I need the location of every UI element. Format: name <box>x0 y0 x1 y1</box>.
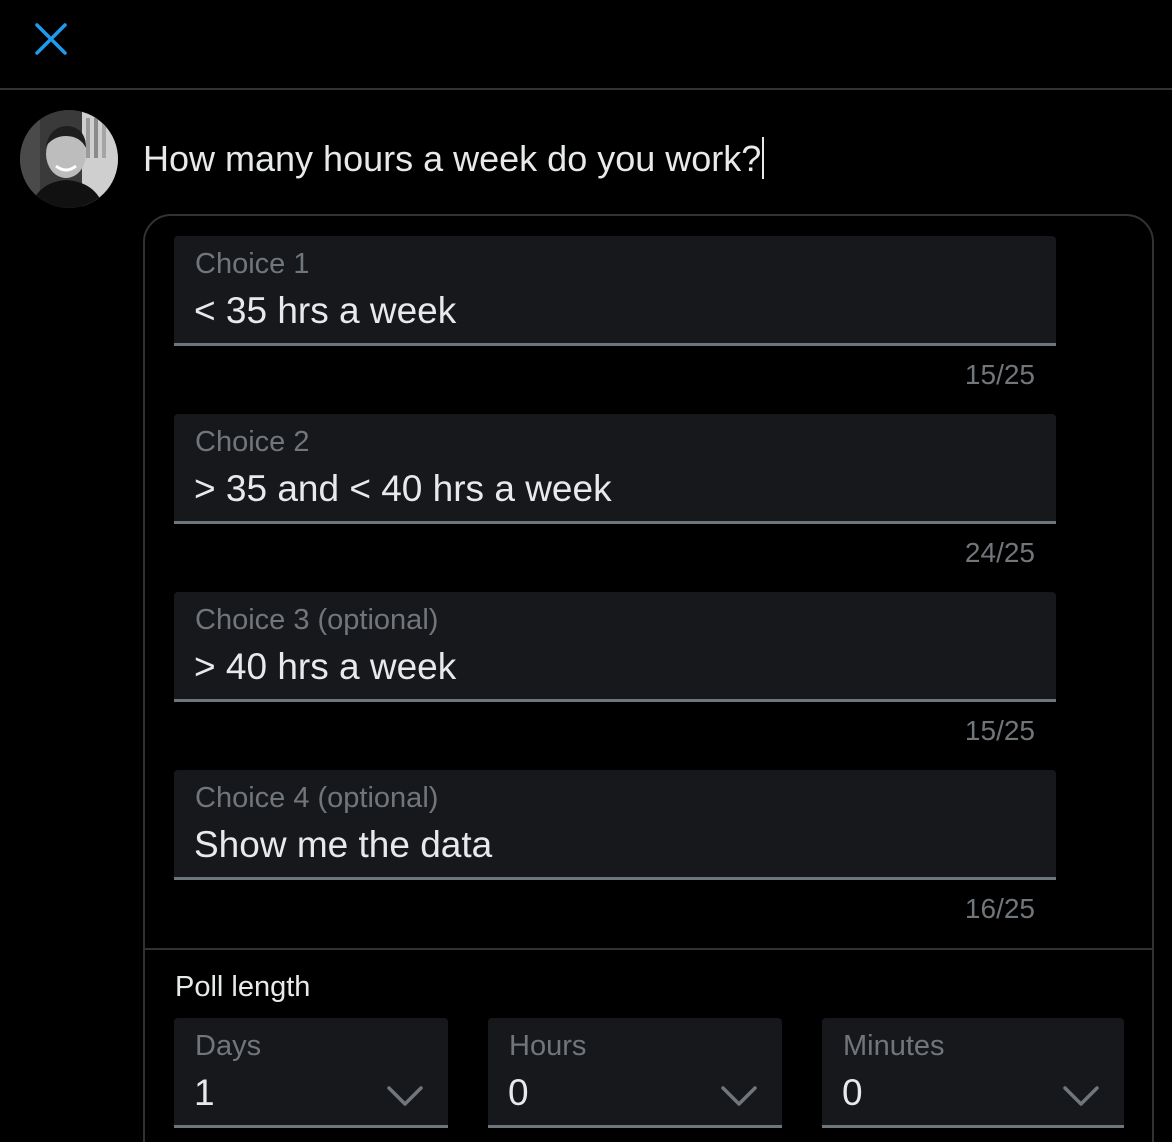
top-bar <box>0 0 1172 90</box>
close-button[interactable] <box>26 14 76 64</box>
choice-2-label: Choice 2 <box>195 426 310 458</box>
choice-3-value: > 40 hrs a week <box>194 646 457 687</box>
choice-4-value: Show me the data <box>194 824 493 865</box>
choice-3-counter: 15/25 <box>964 715 1035 746</box>
poll-composer-page: How many hours a week do you work? Choic… <box>0 0 1172 1142</box>
chevron-down-icon <box>387 1086 423 1106</box>
poll-length-title: Poll length <box>175 971 311 1003</box>
user-avatar[interactable] <box>20 110 118 208</box>
minutes-label: Minutes <box>843 1030 945 1062</box>
choice-1-value: < 35 hrs a week <box>194 290 457 331</box>
choice-3-field[interactable]: Choice 3 (optional) > 40 hrs a week <box>174 592 1056 702</box>
days-select[interactable]: Days 1 <box>174 1018 448 1128</box>
choice-3-label: Choice 3 (optional) <box>195 604 439 636</box>
close-icon <box>35 23 67 55</box>
choice-2-value: > 35 and < 40 hrs a week <box>194 468 612 509</box>
minutes-value: 0 <box>842 1072 863 1113</box>
choice-4-counter: 16/25 <box>964 893 1035 924</box>
choice-4-field[interactable]: Choice 4 (optional) Show me the data <box>174 770 1056 880</box>
chevron-down-icon <box>1063 1086 1099 1106</box>
chevron-down-icon <box>721 1086 757 1106</box>
poll-question[interactable]: How many hours a week do you work? <box>143 136 765 182</box>
days-label: Days <box>195 1030 262 1062</box>
days-value: 1 <box>194 1072 215 1113</box>
choice-1-counter: 15/25 <box>964 359 1035 390</box>
avatar-photo-icon <box>20 110 118 208</box>
choice-4-label: Choice 4 (optional) <box>195 782 439 814</box>
choice-2-counter: 24/25 <box>964 537 1035 568</box>
choice-1-field[interactable]: Choice 1 < 35 hrs a week <box>174 236 1056 346</box>
choice-2-field[interactable]: Choice 2 > 35 and < 40 hrs a week <box>174 414 1056 524</box>
poll-question-text: How many hours a week do you work? <box>143 138 762 179</box>
hours-value: 0 <box>508 1072 529 1113</box>
minutes-select[interactable]: Minutes 0 <box>822 1018 1124 1128</box>
choice-1-label: Choice 1 <box>195 248 310 280</box>
hours-select[interactable]: Hours 0 <box>488 1018 782 1128</box>
text-caret <box>762 137 765 179</box>
poll-divider <box>145 948 1153 950</box>
hours-label: Hours <box>509 1030 587 1062</box>
